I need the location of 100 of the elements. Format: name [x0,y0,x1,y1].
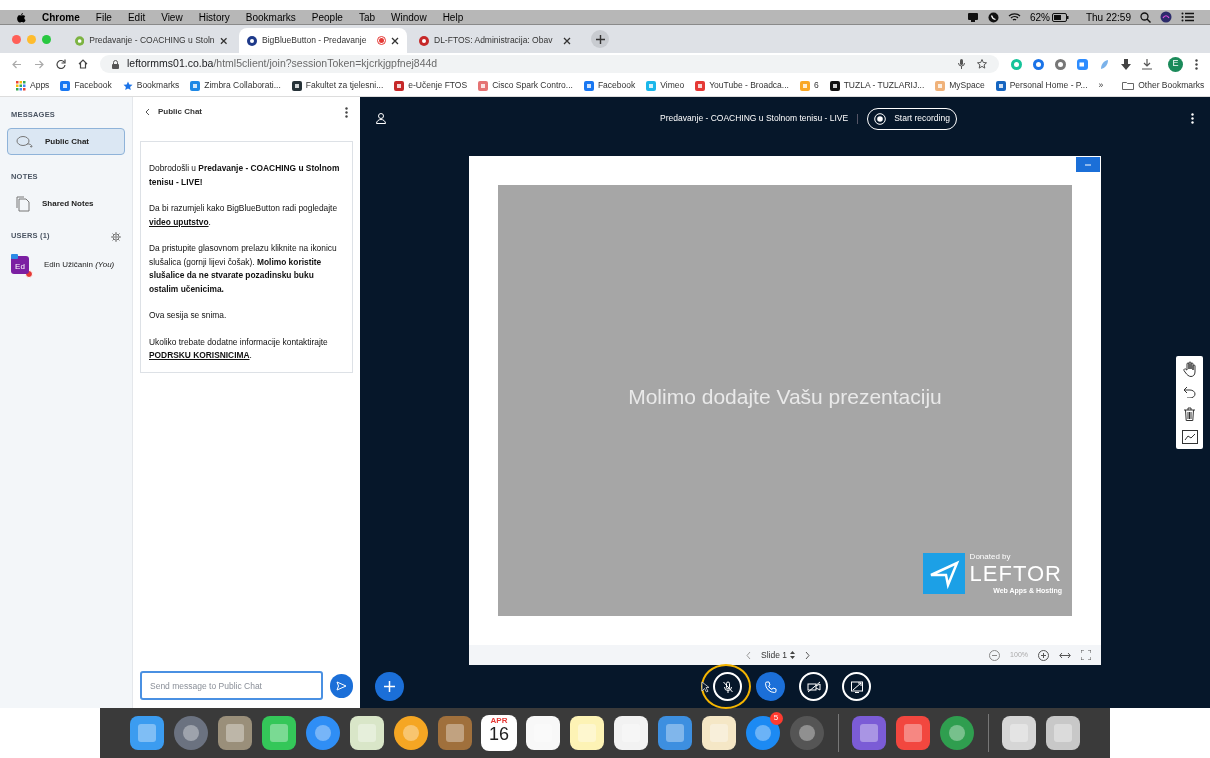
menu-item[interactable]: Bookmarks [245,9,296,25]
chevron-right-icon[interactable] [805,650,810,660]
bookmark-link[interactable]: TUZLA - TUZLARIJ... [829,79,925,92]
dock-app-icon[interactable] [895,715,931,751]
bookmark-link[interactable]: Cisco Spark Contro... [478,79,573,92]
user-icon[interactable] [376,113,386,124]
menu-item[interactable]: File [95,9,112,25]
dock-app-icon[interactable] [569,715,605,751]
chart-line-icon[interactable] [1181,430,1198,444]
more-icon[interactable] [1195,58,1198,70]
sidebar-item[interactable]: Shared Notes [7,190,125,218]
search-icon[interactable] [1140,11,1151,23]
download-arrow-icon[interactable] [1121,58,1131,70]
bookmark-link[interactable]: Fakultet za tjelesni... [291,79,384,92]
send-button[interactable] [329,673,353,698]
download-icon[interactable] [1142,58,1152,70]
bookmark-link[interactable]: YouTube - Broadca... [695,79,789,92]
phone-bubble-icon[interactable] [987,11,999,23]
extension-icon[interactable] [1077,58,1088,70]
user-list-item[interactable]: Ed Edin Užičanin (You) [7,252,125,278]
back-link[interactable]: Public Chat [145,106,202,118]
address-bar[interactable]: leftormms01.co.ba/html5client/join?sessionToken=kjcrkjgpfnej844d [100,55,999,73]
menu-item[interactable]: History [198,9,230,25]
undo-icon[interactable] [1183,386,1196,398]
dock-app-icon[interactable] [1045,715,1081,751]
dock-app-icon[interactable] [129,715,165,751]
browser-tab[interactable]: DL-FTOS: Administracija: Obav [411,28,579,53]
bookmark-link[interactable]: Bookmarks [122,79,180,92]
close-icon[interactable] [391,36,399,45]
fit-width-icon[interactable] [1059,651,1071,659]
dock-app-icon[interactable] [701,715,737,751]
fullscreen-icon[interactable] [1081,650,1091,660]
close-icon[interactable] [219,36,227,45]
bookmark-link[interactable]: Vimeo [646,79,685,92]
bookmark-link[interactable]: Personal Home - P... [995,79,1088,92]
actions-button[interactable] [375,672,404,701]
menu-item[interactable]: Window [391,9,427,25]
sidebar-item[interactable]: Public Chat [7,128,125,156]
wifi-icon[interactable] [1007,12,1021,22]
extension-icon[interactable] [1033,58,1044,70]
dock-app-icon[interactable] [305,715,341,751]
bookmark-link[interactable]: Zimbra Collaborati... [190,79,281,92]
bookmark-link[interactable]: Apps [16,79,50,92]
browser-tab[interactable]: BigBlueButton - Predavanje [239,28,407,53]
extension-icon[interactable] [1055,58,1066,70]
menu-item[interactable]: Edit [127,9,146,25]
link[interactable]: PODRSKU KORISNICIMA [149,350,250,360]
bookmark-link[interactable]: 6 [799,79,819,92]
dock-app-icon[interactable] [657,715,693,751]
dock-app-icon[interactable] [525,715,561,751]
menu-item[interactable]: Help [442,9,464,25]
dock-app-icon[interactable] [393,715,429,751]
mute-button[interactable] [713,672,742,701]
dock-app-icon[interactable] [173,715,209,751]
dock-app-icon[interactable] [939,715,975,751]
close-icon[interactable] [563,36,571,45]
app-menu[interactable]: Chrome [42,9,80,25]
dock-app-icon[interactable] [349,715,385,751]
more-icon[interactable] [1191,113,1194,124]
dock-app-icon[interactable] [217,715,253,751]
clock[interactable]: Thu 22:59 [1085,9,1131,25]
dock-app-icon[interactable] [437,715,473,751]
calendar-app-icon[interactable]: APR 16 [481,715,517,751]
display-icon[interactable] [966,11,979,23]
dock-app-icon[interactable] [745,715,781,751]
dock-app-icon[interactable] [1001,715,1037,751]
new-tab-button[interactable] [591,30,609,48]
message-input-field[interactable]: Send message to Public Chat [140,671,323,700]
bookmarks-overflow[interactable]: » [1098,79,1104,92]
dock-app-icon[interactable] [261,715,297,751]
bookmark-link[interactable]: e-Učenje FTOS [394,79,468,92]
zoom-out-icon[interactable] [989,649,1001,661]
orb-icon[interactable] [1160,11,1172,23]
microphone-icon[interactable] [958,59,965,69]
bookmark-link[interactable]: MySpace [935,79,985,92]
menu-item[interactable]: Tab [358,9,376,25]
webcam-button[interactable] [799,672,828,701]
reload-icon[interactable] [56,59,66,69]
browser-tab[interactable]: Predavanje - COACHING u Stoln [67,28,235,53]
dock-app-icon[interactable] [851,715,887,751]
menu-item[interactable]: People [311,9,343,25]
audio-button[interactable] [756,672,785,701]
trash-icon[interactable] [1184,407,1195,421]
dock-app-icon[interactable] [613,715,649,751]
other-bookmarks-link[interactable]: Other Bookmarks [1122,79,1205,92]
list-icon[interactable] [1181,12,1194,22]
bookmark-link[interactable]: Facebook [60,79,112,92]
settings-icon[interactable] [111,232,121,243]
slide-selector[interactable]: Slide 1 [761,648,795,662]
screen-share-button[interactable] [842,672,871,701]
star-icon[interactable] [977,59,987,69]
apple-icon[interactable] [16,11,26,23]
more-icon[interactable] [345,106,348,118]
profile-avatar[interactable]: E [1168,56,1183,72]
battery-icon[interactable] [1051,12,1069,22]
zoom-in-icon[interactable] [1038,649,1049,661]
bookmark-link[interactable]: Facebook [583,79,636,92]
home-icon[interactable] [78,59,88,69]
menu-item[interactable]: View [161,9,183,25]
hand-icon[interactable] [1182,361,1197,377]
